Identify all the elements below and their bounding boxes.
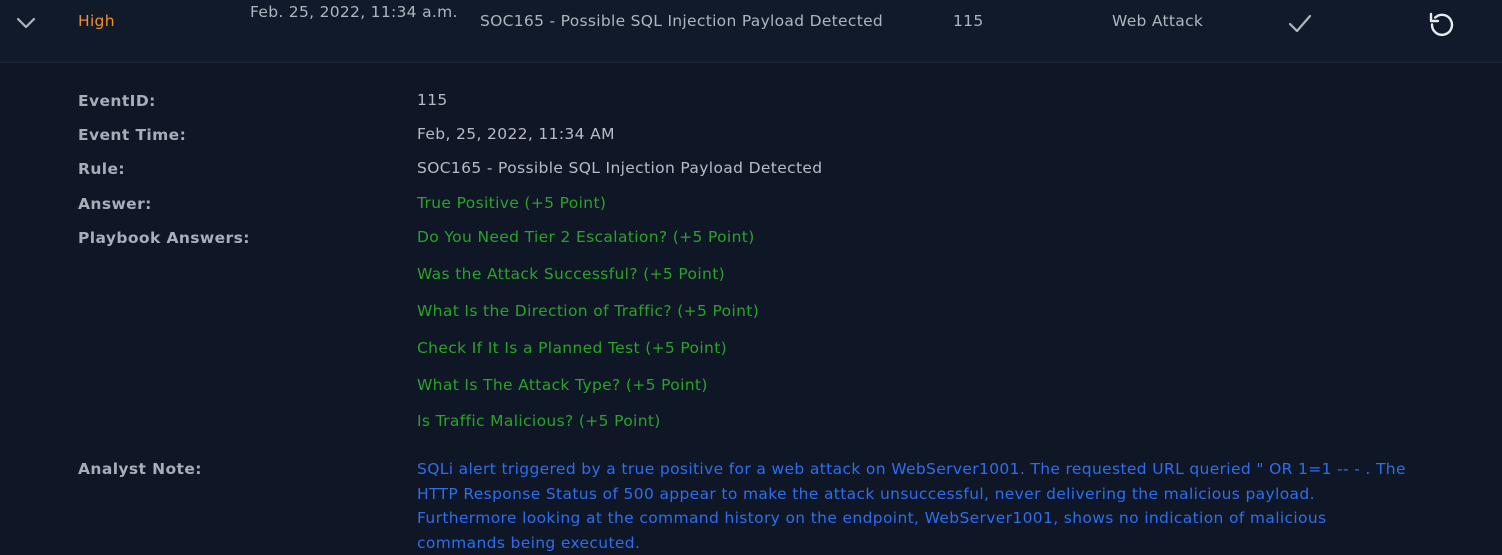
playbook-answer: Is Traffic Malicious? (+5 Point) <box>417 412 661 430</box>
alert-type: Web Attack <box>1112 12 1204 30</box>
severity-badge: High <box>78 12 115 30</box>
analyst-note-value: SQLi alert triggered by a true positive … <box>417 460 1406 552</box>
playbook-answer: Do You Need Tier 2 Escalation? (+5 Point… <box>417 228 755 246</box>
event-time-label: Event Time: <box>78 126 187 144</box>
playbook-answers-label: Playbook Answers: <box>78 229 250 247</box>
analyst-note-label: Analyst Note: <box>78 460 202 478</box>
rule-value: SOC165 - Possible SQL Injection Payload … <box>417 159 823 177</box>
event-time-value: Feb, 25, 2022, 11:34 AM <box>417 125 615 143</box>
playbook-answer: What Is the Direction of Traffic? (+5 Po… <box>417 302 760 320</box>
alert-details-panel: EventID: 115 Event Time: Feb, 25, 2022, … <box>0 63 1502 555</box>
alert-row[interactable]: High Feb. 25, 2022, 11:34 a.m. SOC165 - … <box>0 0 1502 63</box>
alert-event-id: 115 <box>953 12 984 30</box>
alert-date: Feb. 25, 2022, 11:34 a.m. <box>250 3 458 21</box>
chevron-down-icon[interactable] <box>14 11 38 35</box>
alert-rule: SOC165 - Possible SQL Injection Payload … <box>480 12 884 30</box>
check-icon <box>1286 9 1314 37</box>
restore-icon[interactable] <box>1426 8 1458 40</box>
answer-value: True Positive (+5 Point) <box>417 194 607 212</box>
rule-label: Rule: <box>78 160 125 178</box>
event-id-label: EventID: <box>78 92 156 110</box>
answer-label: Answer: <box>78 195 152 213</box>
event-id-value: 115 <box>417 91 448 109</box>
playbook-answer: Check If It Is a Planned Test (+5 Point) <box>417 339 728 357</box>
playbook-answer: What Is The Attack Type? (+5 Point) <box>417 376 708 394</box>
playbook-answer: Was the Attack Successful? (+5 Point) <box>417 265 726 283</box>
